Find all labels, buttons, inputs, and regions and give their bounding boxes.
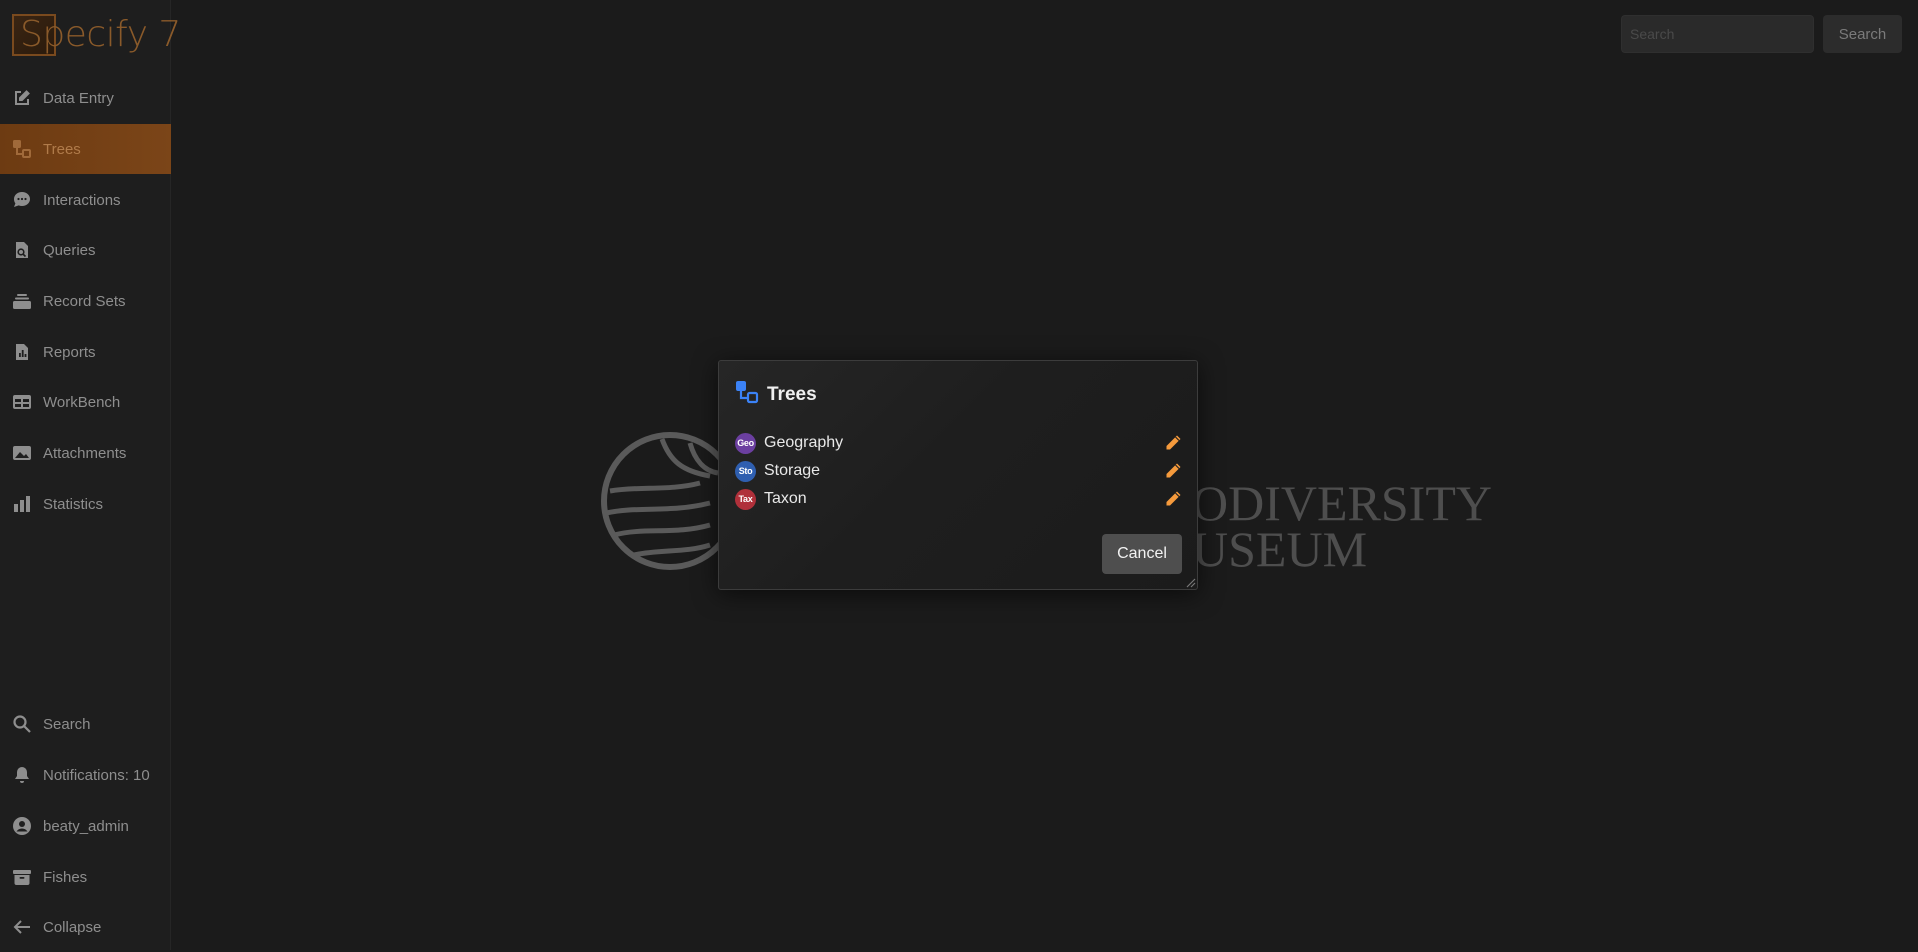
cancel-button[interactable]: Cancel — [1102, 534, 1182, 574]
sidebar-item-label: WorkBench — [43, 393, 121, 411]
sidebar-item-data-entry[interactable]: Data Entry — [0, 73, 171, 123]
dialog-header: Trees — [735, 380, 817, 409]
sidebar-item-trees[interactable]: Trees — [0, 124, 171, 174]
sidebar-item-statistics[interactable]: Statistics — [0, 479, 171, 529]
pencil-icon — [1166, 463, 1181, 478]
sidebar-item-label: Collapse — [43, 918, 102, 936]
sidebar-item-label: Trees — [43, 140, 81, 158]
pencil-square-icon — [12, 88, 32, 108]
resize-handle-icon[interactable] — [1184, 576, 1196, 588]
sidebar-item-label: Notifications: 10 — [43, 766, 150, 784]
sidebar-item-user[interactable]: beaty_admin — [0, 801, 171, 851]
tree-link-storage[interactable]: Storage — [764, 462, 820, 480]
sidebar-item-notifications[interactable]: Notifications: 10 — [0, 750, 171, 800]
museum-logo-line1: ODIVERSITY — [1192, 475, 1492, 531]
tree-row-storage: Sto Storage — [735, 459, 1185, 483]
sidebar-item-label: Search — [43, 715, 91, 733]
sidebar-item-workbench[interactable]: WorkBench — [0, 377, 171, 427]
photograph-icon — [12, 443, 32, 463]
sidebar-item-label: Attachments — [43, 444, 127, 462]
document-search-icon — [12, 240, 32, 260]
tree-link-taxon[interactable]: Taxon — [764, 490, 807, 508]
sidebar-item-label: beaty_admin — [43, 817, 129, 835]
sidebar-item-label: Data Entry — [43, 89, 114, 107]
search-icon — [12, 714, 32, 734]
sidebar-item-reports[interactable]: Reports — [0, 327, 171, 377]
sidebar-item-label: Interactions — [43, 191, 121, 209]
sidebar-item-record-sets[interactable]: Record Sets — [0, 276, 171, 326]
edit-geography-button[interactable] — [1161, 431, 1185, 455]
sidebar-item-label: Statistics — [43, 495, 104, 513]
museum-logo-line2: USEUM — [1192, 521, 1368, 577]
edit-taxon-button[interactable] — [1161, 487, 1185, 511]
edit-storage-button[interactable] — [1161, 459, 1185, 483]
app-logo[interactable]: Specify 7 — [12, 10, 181, 58]
sidebar-item-collapse[interactable]: Collapse — [0, 902, 171, 952]
collection-icon — [12, 291, 32, 311]
sidebar-item-search[interactable]: Search — [0, 699, 171, 749]
tree-row-taxon: Tax Taxon — [735, 487, 1185, 511]
sidebar-item-queries[interactable]: Queries — [0, 225, 171, 275]
tree-row-geography: Geo Geography — [735, 431, 1185, 455]
bell-icon — [12, 765, 32, 785]
sidebar-item-label: Fishes — [43, 868, 88, 886]
trees-dialog: Trees Geo Geography Sto Storage Tax Taxo… — [718, 360, 1198, 590]
storage-tree-icon: Sto — [735, 460, 756, 482]
arrow-left-icon — [12, 917, 32, 937]
tree-link-geography[interactable]: Geography — [764, 434, 843, 452]
pencil-icon — [1166, 491, 1181, 506]
table-icon — [12, 392, 32, 412]
sidebar-item-label: Record Sets — [43, 292, 126, 310]
sidebar-item-label: Reports — [43, 343, 96, 361]
sidebar-item-interactions[interactable]: Interactions — [0, 175, 171, 225]
chat-bubble-icon — [12, 190, 32, 210]
search-button[interactable]: Search — [1823, 15, 1902, 53]
search-input[interactable] — [1621, 15, 1814, 53]
geography-tree-icon: Geo — [735, 432, 756, 454]
pencil-icon — [1166, 435, 1181, 450]
sidebar-item-label: Queries — [43, 241, 96, 259]
user-circle-icon — [12, 816, 32, 836]
taxon-tree-icon: Tax — [735, 488, 756, 510]
sidebar-item-attachments[interactable]: Attachments — [0, 428, 171, 478]
tree-icon — [735, 380, 759, 409]
document-report-icon — [12, 342, 32, 362]
tree-icon — [12, 139, 32, 159]
chart-bar-icon — [12, 494, 32, 514]
sidebar-item-collection[interactable]: Fishes — [0, 852, 171, 902]
dialog-title: Trees — [767, 383, 817, 405]
sidebar: Specify 7 Data Entry Trees Interactions … — [0, 0, 181, 952]
archive-icon — [12, 867, 32, 887]
logo-text: Specify 7 — [20, 14, 181, 55]
